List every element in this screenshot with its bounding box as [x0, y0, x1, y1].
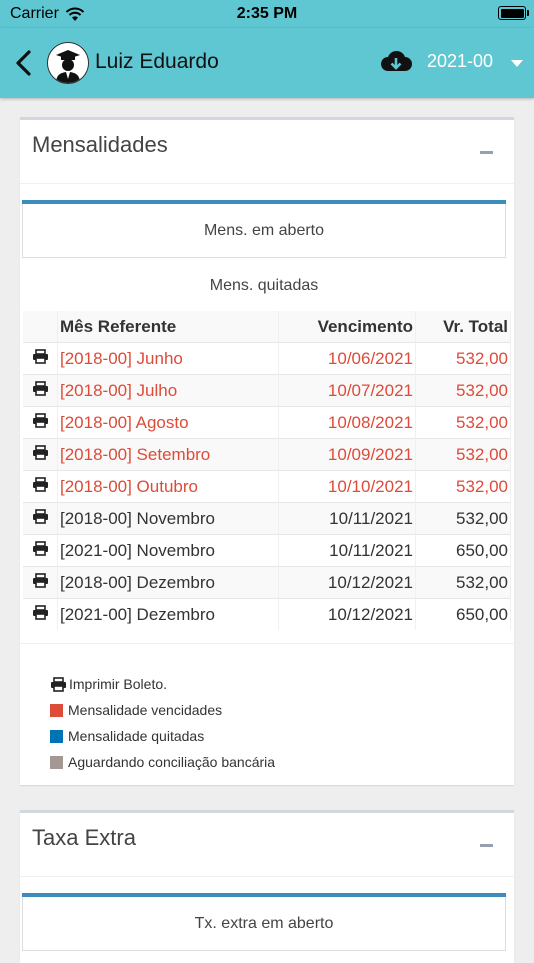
cell-vr-total: 532,00: [415, 502, 511, 535]
print-icon: [32, 604, 49, 624]
print-boleto-button[interactable]: [23, 598, 58, 630]
cell-vencimento: 10/07/2021: [278, 374, 416, 407]
print-icon: [51, 676, 66, 692]
print-boleto-button[interactable]: [23, 534, 58, 567]
table-row[interactable]: [2018-00] Dezembro 10/12/2021 532,00: [23, 566, 511, 599]
mensalidades-table: Mês Referente Vencimento Vr. Total [2018…: [23, 311, 511, 630]
wifi-icon: [65, 7, 85, 21]
legend-pending-label: Aguardando conciliação bancária: [68, 754, 276, 770]
cell-vencimento: 10/12/2021: [278, 566, 416, 599]
taxa-extra-card: Taxa Extra Tx. extra em aberto: [20, 810, 514, 963]
cell-vr-total: 532,00: [415, 406, 511, 439]
carrier: Carrier: [10, 5, 85, 23]
table-row[interactable]: [2021-00] Novembro 10/11/2021 650,00: [23, 534, 511, 567]
legend-pending: Aguardando conciliação bancária: [50, 749, 275, 775]
cell-vr-total: 532,00: [415, 470, 511, 503]
header-vencimento: Vencimento: [278, 311, 416, 343]
print-boleto-button[interactable]: [23, 502, 58, 535]
header-vr-total: Vr. Total: [415, 311, 511, 343]
cell-mes-referente: [2018-00] Dezembro: [57, 566, 279, 599]
battery-icon: [498, 6, 529, 20]
print-boleto-button[interactable]: [23, 342, 58, 375]
cell-mes-referente: [2018-00] Outubro: [57, 470, 279, 503]
taxa-extra-title: Taxa Extra: [32, 825, 136, 850]
cell-mes-referente: [2018-00] Setembro: [57, 438, 279, 471]
cell-vencimento: 10/09/2021: [278, 438, 416, 471]
cell-vr-total: 532,00: [415, 342, 511, 375]
table-row[interactable]: [2018-00] Outubro 10/10/2021 532,00: [23, 470, 511, 503]
cell-mes-referente: [2021-00] Dezembro: [57, 598, 279, 630]
minus-icon[interactable]: [480, 844, 493, 847]
status-bar: Carrier 2:35 PM: [0, 0, 534, 28]
print-icon: [32, 444, 49, 464]
table-row[interactable]: [2018-00] Agosto 10/08/2021 532,00: [23, 406, 511, 439]
minus-icon[interactable]: [480, 151, 493, 154]
table-body: [2018-00] Junho 10/06/2021 532,00 [2018-00]…: [23, 342, 511, 630]
cell-vr-total: 532,00: [415, 438, 511, 471]
print-icon: [32, 412, 49, 432]
legend-paid-label: Mensalidade quitadas: [68, 728, 205, 744]
print-boleto-button[interactable]: [23, 374, 58, 407]
mensalidades-header: Mensalidades: [20, 120, 514, 184]
mensalidades-title: Mensalidades: [32, 132, 168, 157]
mensalidades-card: Mensalidades Mens. em aberto Mens. quita…: [20, 117, 514, 785]
legend-print-label: Imprimir Boleto.: [69, 676, 168, 692]
cell-vr-total: 532,00: [415, 566, 511, 599]
graduate-avatar-icon: [48, 43, 88, 83]
cell-vencimento: 10/08/2021: [278, 406, 416, 439]
legend-print: Imprimir Boleto.: [50, 671, 275, 697]
table-row[interactable]: [2021-00] Dezembro 10/12/2021 650,00: [23, 598, 511, 630]
legend-paid: Mensalidade quitadas: [50, 723, 275, 749]
table-row[interactable]: [2018-00] Setembro 10/09/2021 532,00: [23, 438, 511, 471]
table-row[interactable]: [2018-00] Novembro 10/11/2021 532,00: [23, 502, 511, 535]
cell-mes-referente: [2018-00] Novembro: [57, 502, 279, 535]
cell-vr-total: 650,00: [415, 598, 511, 630]
print-icon: [32, 572, 49, 592]
print-icon: [32, 380, 49, 400]
cell-mes-referente: [2018-00] Agosto: [57, 406, 279, 439]
cell-mes-referente: [2018-00] Julho: [57, 374, 279, 407]
taxa-extra-header: Taxa Extra: [20, 813, 514, 877]
tab-mens-em-aberto[interactable]: Mens. em aberto: [22, 204, 506, 258]
overdue-swatch: [50, 703, 63, 717]
year-selector[interactable]: 2021-00: [427, 51, 493, 72]
cell-vencimento: 10/11/2021: [278, 534, 416, 567]
cell-vencimento: 10/12/2021: [278, 598, 416, 630]
paid-swatch: [50, 729, 63, 743]
user-name: Luiz Eduardo: [95, 50, 219, 73]
avatar[interactable]: [47, 42, 89, 84]
print-icon: [32, 348, 49, 368]
print-icon: [32, 476, 49, 496]
legend-divider: [20, 643, 514, 644]
cell-vencimento: 10/06/2021: [278, 342, 416, 375]
cell-mes-referente: [2018-00] Junho: [57, 342, 279, 375]
cell-vr-total: 532,00: [415, 374, 511, 407]
tab-mens-quitadas[interactable]: Mens. quitadas: [22, 277, 506, 295]
table-row[interactable]: [2018-00] Julho 10/07/2021 532,00: [23, 374, 511, 407]
print-boleto-button[interactable]: [23, 438, 58, 471]
cloud-download-icon[interactable]: [379, 47, 413, 77]
print-icon: [32, 540, 49, 560]
table-header-row: Mês Referente Vencimento Vr. Total: [23, 311, 511, 343]
cell-vencimento: 10/10/2021: [278, 470, 416, 503]
cell-vr-total: 650,00: [415, 534, 511, 567]
legend-overdue: Mensalidade vencidades: [50, 697, 275, 723]
print-icon: [32, 508, 49, 528]
nav-bar: Luiz Eduardo 2021-00: [0, 28, 534, 98]
cell-mes-referente: [2021-00] Novembro: [57, 534, 279, 567]
caret-down-icon[interactable]: [511, 60, 523, 67]
print-boleto-button[interactable]: [23, 470, 58, 503]
chevron-left-icon[interactable]: [10, 46, 40, 80]
print-boleto-button[interactable]: [23, 406, 58, 439]
tab-tx-extra-em-aberto[interactable]: Tx. extra em aberto: [22, 897, 506, 951]
legend-overdue-label: Mensalidade vencidades: [68, 702, 223, 718]
pending-swatch: [50, 755, 63, 769]
print-boleto-button[interactable]: [23, 566, 58, 599]
table-row[interactable]: [2018-00] Junho 10/06/2021 532,00: [23, 342, 511, 375]
legend: Imprimir Boleto. Mensalidade vencidades …: [50, 671, 275, 775]
header-mes-referente: Mês Referente: [57, 311, 279, 343]
carrier-label: Carrier: [10, 5, 59, 22]
cell-vencimento: 10/11/2021: [278, 502, 416, 535]
header-print: [23, 311, 58, 343]
